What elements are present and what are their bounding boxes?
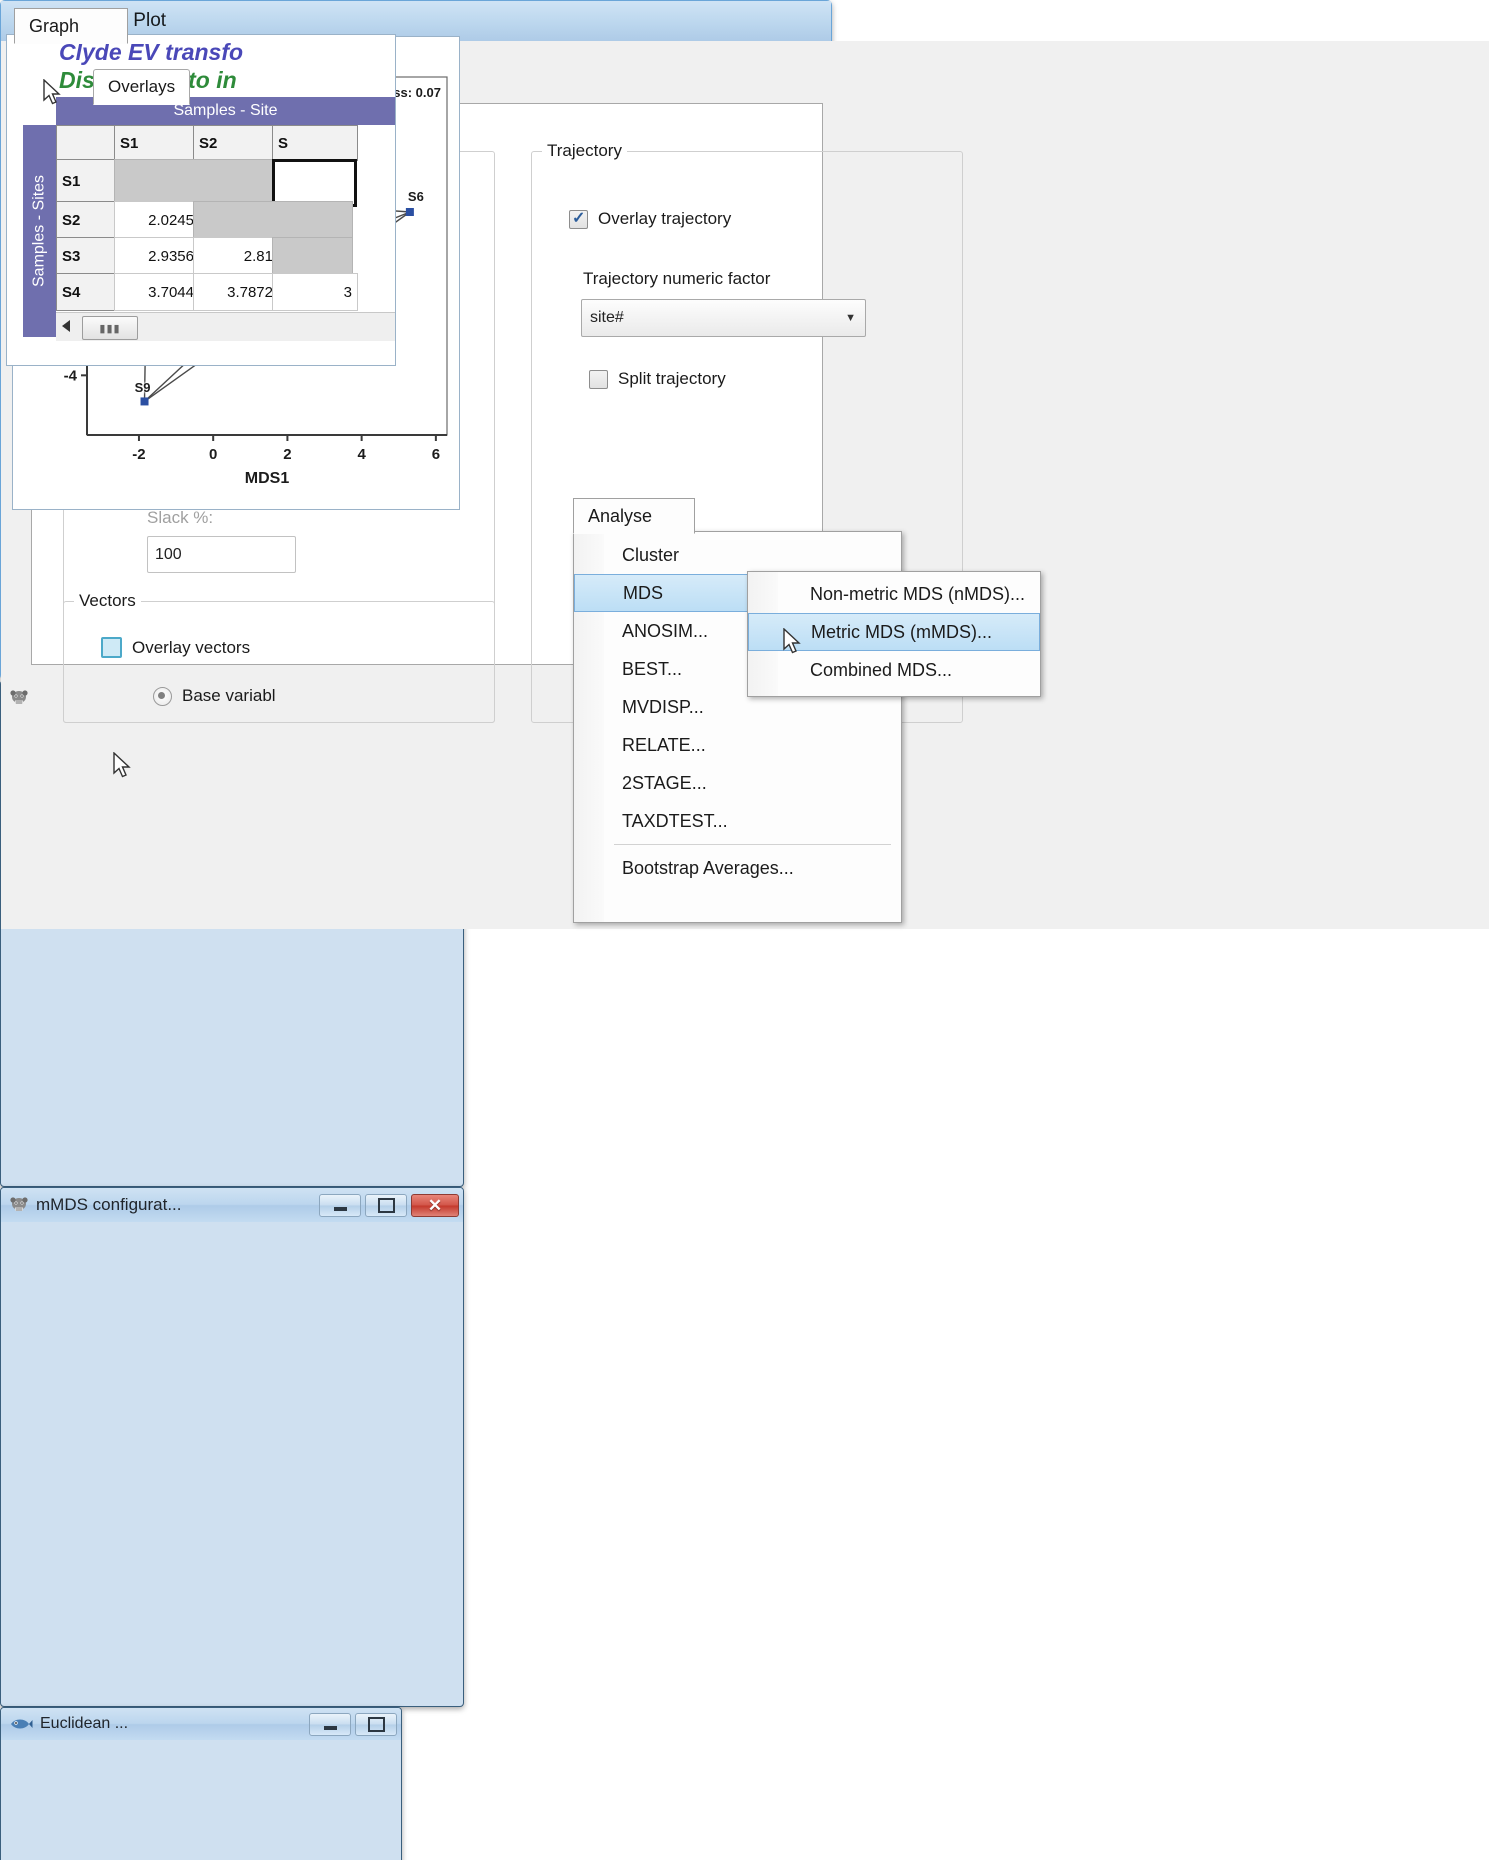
svg-text:MDS1: MDS1 [245,470,290,487]
menu-item-combined-mds[interactable]: Combined MDS... [748,651,1040,689]
menu-item-label: 2STAGE... [622,772,707,793]
svg-text:6: 6 [432,446,440,463]
table-corner-cell [56,125,121,161]
euclidean-window-title: Euclidean ... [40,1715,129,1732]
svg-text:0: 0 [209,446,217,463]
euclidean-client-area: Clyde EV transfo Distance (0 to in Sampl… [6,34,396,366]
trajectory-factor-combo[interactable]: site# ▼ [581,299,866,337]
scrollbar-thumb[interactable]: ▮▮▮ [82,316,138,340]
mmds-window-buttons: ✕ [319,1193,459,1217]
overlay-trajectory-checkbox-row[interactable]: ✓ Overlay trajectory [569,209,731,229]
menu-item-bootstrap-averages[interactable]: Bootstrap Averages... [574,849,901,887]
menu-item-label: MDS [623,582,663,603]
table-cell[interactable]: 3 [272,273,358,311]
data-point-label: S9 [134,380,151,396]
base-variables-label: Base variabl [182,686,276,705]
euclidean-side-label: Samples - Sites [23,125,56,337]
table-row-header: S1 [56,159,121,203]
trajectory-factor-value: site# [590,309,624,326]
menu-item-label: RELATE... [622,734,706,755]
slack-percent-label: Slack %: [147,508,214,527]
table-cell-empty [114,159,274,203]
euclidean-window-buttons [309,1712,397,1736]
minimize-button[interactable] [319,1193,361,1217]
table-cell-empty [193,201,353,239]
table-cell[interactable]: 2.81 [193,237,279,275]
svg-text:2: 2 [283,446,291,463]
table-cell[interactable]: 2.9356 [114,237,200,275]
menu-item-metric-mds[interactable]: Metric MDS (mMDS)... [748,613,1040,651]
data-point-label: S6 [407,188,424,204]
graph-menu-tab[interactable]: Graph [14,8,128,44]
table-row-header: S2 [56,201,121,239]
overlay-trajectory-label: Overlay trajectory [598,209,732,228]
clarke-app-icon [9,688,29,708]
mmds-window-title: mMDS configurat... [36,1195,182,1214]
table-row-header: S3 [56,237,121,275]
mmds-window-titlebar[interactable]: mMDS configurat... ✕ [1,1188,463,1222]
base-variables-radio-row[interactable]: Base variabl [153,686,276,706]
table-cell[interactable]: 2.0245 [114,201,200,239]
split-trajectory-checkbox[interactable] [589,369,608,389]
analyse-menu-tab-label: Analyse [588,505,653,526]
maximize-button[interactable] [355,1712,397,1736]
menu-item-label: Cluster [622,544,680,565]
close-button[interactable]: ✕ [411,1193,459,1217]
menu-item-taxdtest[interactable]: TAXDTEST... [574,802,901,840]
menu-item-label: Combined MDS... [810,659,953,680]
overlay-trajectory-checkbox[interactable]: ✓ [569,209,588,229]
euclidean-window: Euclidean ... Clyde EV transfo Distance … [0,34,402,1860]
mmds-configuration-window: mMDS configurat... ✕ Clyde environmental… [0,36,464,1707]
tab-overlays-label: Overlays [108,77,176,96]
menu-item-label: ANOSIM... [622,620,709,641]
split-trajectory-checkbox-row[interactable]: Split trajectory [589,369,726,389]
slack-percent-input[interactable]: 100 [147,536,296,573]
minimize-button[interactable] [309,1712,351,1736]
fish-icon [9,1716,33,1732]
maximize-button[interactable] [365,1193,407,1217]
trajectory-factor-label: Trajectory numeric factor [583,269,771,288]
table-column-header: S [272,125,358,161]
mds-submenu-popup: Non-metric MDS (nMDS)... Metric MDS (mMD… [747,571,1041,697]
chevron-down-icon: ▼ [845,312,856,324]
euclidean-window-titlebar[interactable]: Euclidean ... [1,1708,401,1740]
table-column-header: S2 [193,125,279,161]
overlay-vectors-checkbox-row[interactable]: Overlay vectors [101,637,250,658]
table-column-header: S1 [114,125,200,161]
analyse-menu-tab[interactable]: Analyse [573,498,695,534]
menu-item-relate[interactable]: RELATE... [574,726,901,764]
split-trajectory-label: Split trajectory [618,369,726,388]
menu-item-label: MVDISP... [622,696,704,717]
scroll-left-arrow-icon[interactable] [62,320,70,332]
menu-item-label: TAXDTEST... [622,810,728,831]
table-cell[interactable]: 3.7872 [193,273,279,311]
table-cell-selected[interactable] [272,159,357,207]
menu-item-cluster[interactable]: Cluster [574,536,901,574]
svg-text:4: 4 [357,446,366,463]
base-variables-radio[interactable] [153,686,172,706]
svg-text:-4: -4 [64,367,78,384]
svg-text:-2: -2 [132,446,145,463]
menu-item-label: BEST... [622,658,683,679]
graph-menu-tab-label: Graph [29,15,80,36]
menu-item-label: Non-metric MDS (nMDS)... [810,583,1026,604]
trajectory-group-label: Trajectory [542,141,627,161]
table-row-header: S4 [56,273,121,311]
menu-separator [614,844,891,845]
table-cell-empty [272,237,353,275]
table-cell[interactable]: 3.7044 [114,273,200,311]
menu-item-non-metric-mds[interactable]: Non-metric MDS (nMDS)... [748,575,1040,613]
overlay-vectors-label: Overlay vectors [132,637,251,657]
slack-percent-value: 100 [155,545,182,563]
clarke-app-icon [9,1195,29,1215]
overlay-vectors-checkbox[interactable] [101,637,122,658]
menu-item-label: Bootstrap Averages... [622,857,794,878]
tab-overlays[interactable]: Overlays [93,69,191,105]
vectors-group-label: Vectors [74,591,141,611]
menu-item-2stage[interactable]: 2STAGE... [574,764,901,802]
menu-item-label: Metric MDS (mMDS)... [811,621,992,642]
vectors-group: Vectors [63,591,495,723]
horizontal-scrollbar[interactable]: ▮▮▮ [56,312,395,341]
